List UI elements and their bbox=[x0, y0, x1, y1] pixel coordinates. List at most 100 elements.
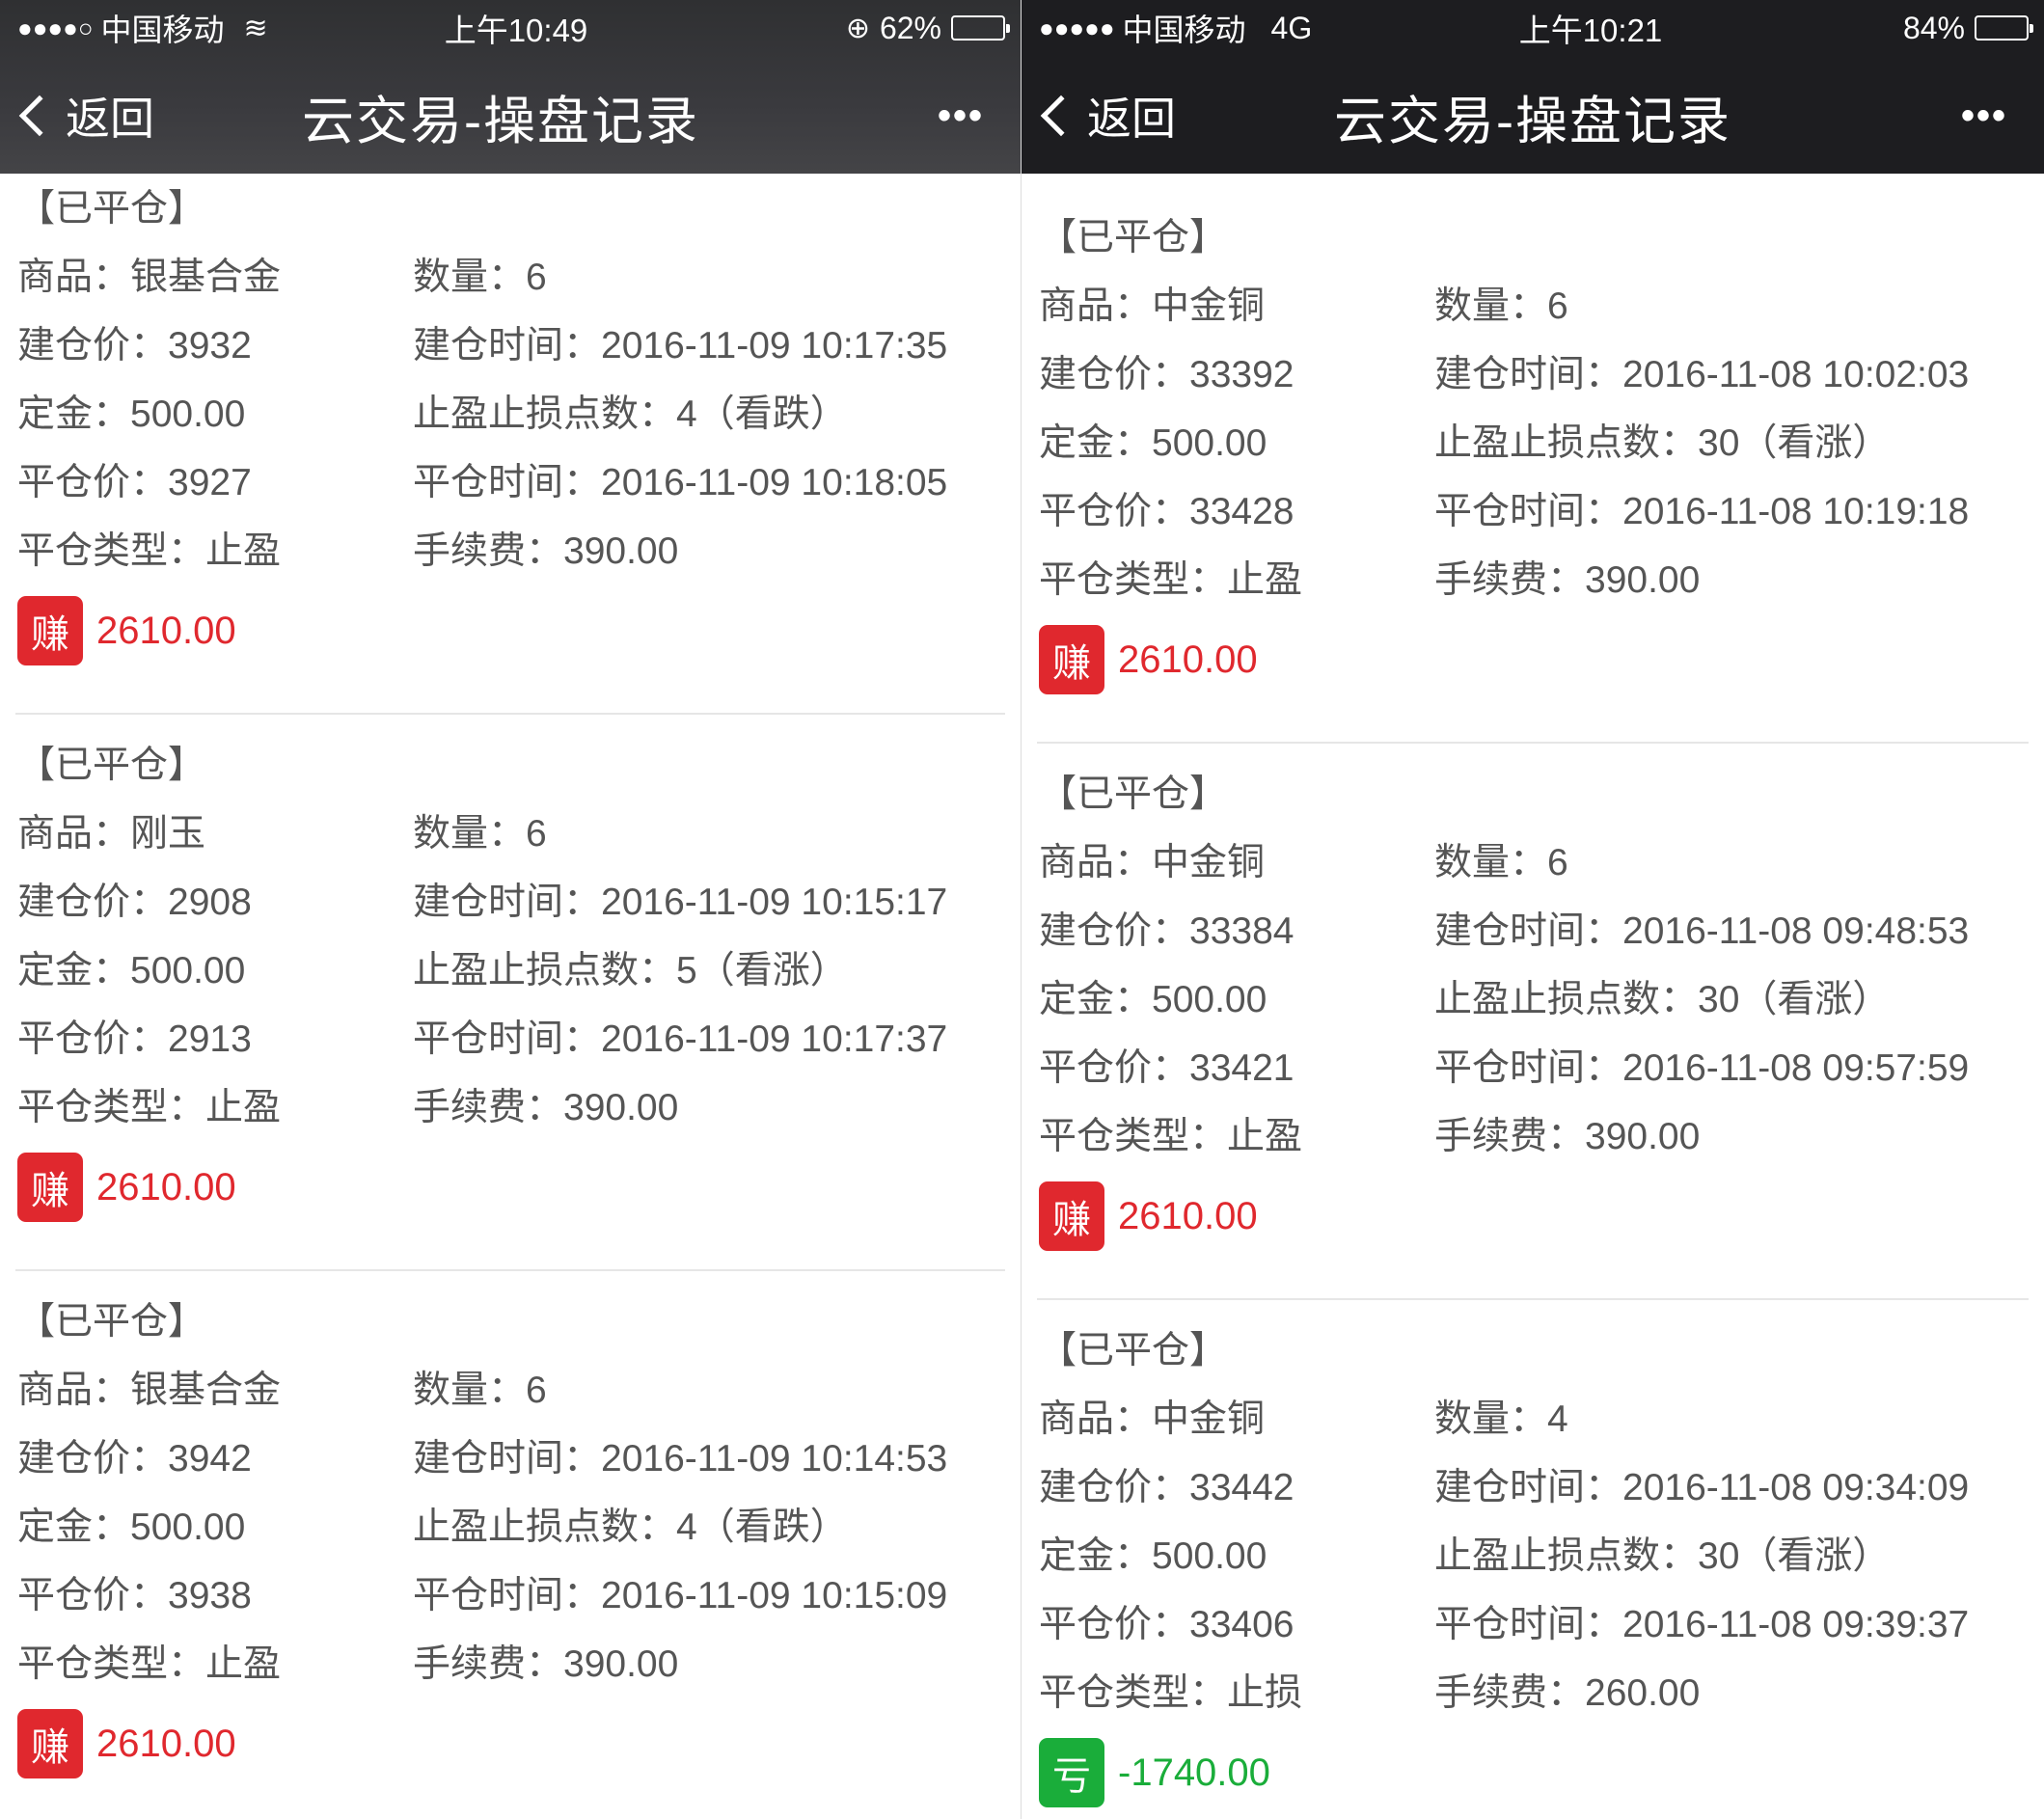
close-time: 平仓时间：2016-11-09 10:17:37 bbox=[413, 1009, 1021, 1063]
trade-record: 【已平仓】 商品：刚玉数量：6 建仓价：2908建仓时间：2016-11-09 … bbox=[0, 727, 1021, 1284]
result: 赚 2610.00 bbox=[1039, 1181, 1258, 1251]
result-amount: 2610.00 bbox=[96, 1723, 236, 1766]
open-time: 建仓时间：2016-11-08 10:02:03 bbox=[1434, 344, 2044, 398]
result: 赚 2610.00 bbox=[17, 1153, 236, 1222]
signal-icon: ●●●●● bbox=[1039, 14, 1115, 43]
open-time: 建仓时间：2016-11-08 09:48:53 bbox=[1434, 901, 2044, 955]
carrier-name: 中国移动 bbox=[101, 6, 225, 50]
stop-points: 止盈止损点数：30（看涨） bbox=[1434, 413, 2044, 467]
result-badge: 赚 bbox=[17, 1709, 83, 1778]
divider bbox=[1037, 1298, 2029, 1300]
quantity: 数量：6 bbox=[1434, 276, 2044, 330]
close-type: 平仓类型：止盈 bbox=[17, 521, 413, 575]
close-price: 平仓价：33428 bbox=[1039, 481, 1434, 535]
result-amount: 2610.00 bbox=[1118, 638, 1258, 682]
open-price: 建仓价：3932 bbox=[17, 315, 413, 369]
divider bbox=[15, 1269, 1005, 1271]
quantity: 数量：6 bbox=[413, 1360, 1021, 1414]
open-time: 建仓时间：2016-11-09 10:15:17 bbox=[413, 872, 1021, 926]
rotation-lock-icon: ⊕ bbox=[846, 12, 870, 45]
close-time: 平仓时间：2016-11-09 10:15:09 bbox=[413, 1565, 1021, 1619]
open-time: 建仓时间：2016-11-09 10:17:35 bbox=[413, 315, 1021, 369]
quantity: 数量：6 bbox=[413, 247, 1021, 301]
result: 亏 -1740.00 bbox=[1039, 1738, 1270, 1807]
close-type: 平仓类型：止盈 bbox=[17, 1077, 413, 1131]
deposit: 定金：500.00 bbox=[1039, 1526, 1434, 1580]
nav-bar: 返回 云交易-操盘记录 ••• bbox=[0, 77, 1021, 154]
fee: 手续费：390.00 bbox=[413, 1634, 1021, 1688]
result-badge: 亏 bbox=[1039, 1738, 1104, 1807]
record-status: 【已平仓】 bbox=[17, 735, 205, 789]
more-menu-button[interactable]: ••• bbox=[938, 95, 984, 138]
stop-points: 止盈止损点数：4（看跌） bbox=[413, 384, 1021, 438]
record-status: 【已平仓】 bbox=[1039, 764, 1227, 818]
stop-points: 止盈止损点数：30（看涨） bbox=[1434, 969, 2044, 1023]
open-time: 建仓时间：2016-11-08 09:34:09 bbox=[1434, 1457, 2044, 1511]
deposit: 定金：500.00 bbox=[17, 1497, 413, 1551]
product: 商品：中金铜 bbox=[1039, 1389, 1434, 1443]
close-time: 平仓时间：2016-11-08 09:39:37 bbox=[1434, 1594, 2044, 1648]
trade-record-list[interactable]: 【已平仓】 商品：中金铜数量：6 建仓价：33392建仓时间：2016-11-0… bbox=[1022, 200, 2044, 1819]
status-time: 上午10:21 bbox=[1519, 5, 1663, 51]
close-time: 平仓时间：2016-11-08 10:19:18 bbox=[1434, 481, 2044, 535]
divider bbox=[1037, 742, 2029, 744]
network-indicator: 4G bbox=[1271, 11, 1313, 46]
carrier-name: 中国移动 bbox=[1123, 6, 1246, 50]
signal-icon: ●●●●○ bbox=[17, 14, 94, 43]
more-menu-button[interactable]: ••• bbox=[1961, 95, 2007, 138]
result-amount: -1740.00 bbox=[1118, 1751, 1270, 1795]
open-price: 建仓价：33442 bbox=[1039, 1457, 1434, 1511]
battery-icon bbox=[1975, 15, 2029, 41]
result: 赚 2610.00 bbox=[17, 1709, 236, 1778]
header: ●●●●● 中国移动 4G 上午10:21 84% 返回 云交易-操盘记录 ••… bbox=[1022, 0, 2044, 174]
result-amount: 2610.00 bbox=[96, 1166, 236, 1209]
product: 商品：中金铜 bbox=[1039, 276, 1434, 330]
phone-screen-right: ●●●●● 中国移动 4G 上午10:21 84% 返回 云交易-操盘记录 ••… bbox=[1021, 0, 2044, 1819]
stop-points: 止盈止损点数：4（看跌） bbox=[413, 1497, 1021, 1551]
record-status: 【已平仓】 bbox=[17, 178, 205, 232]
result: 赚 2610.00 bbox=[17, 596, 236, 665]
nav-bar: 返回 云交易-操盘记录 ••• bbox=[1022, 77, 2044, 154]
trade-record: 【已平仓】 商品：中金铜数量：4 建仓价：33442建仓时间：2016-11-0… bbox=[1022, 1313, 2044, 1819]
open-time: 建仓时间：2016-11-09 10:14:53 bbox=[413, 1428, 1021, 1482]
status-time: 上午10:49 bbox=[445, 5, 588, 51]
open-price: 建仓价：33384 bbox=[1039, 901, 1434, 955]
record-status: 【已平仓】 bbox=[17, 1291, 205, 1345]
product: 商品：刚玉 bbox=[17, 803, 413, 857]
trade-record: 【已平仓】 商品：中金铜数量：6 建仓价：33384建仓时间：2016-11-0… bbox=[1022, 756, 2044, 1313]
phone-screen-left: ●●●●○ 中国移动 ≋ 上午10:49 ⊕ 62% 返回 云交易-操盘记录 •… bbox=[0, 0, 1021, 1819]
status-bar: ●●●●○ 中国移动 ≋ 上午10:49 ⊕ 62% bbox=[0, 0, 1021, 56]
result-badge: 赚 bbox=[17, 596, 83, 665]
quantity: 数量：4 bbox=[1434, 1389, 2044, 1443]
close-time: 平仓时间：2016-11-08 09:57:59 bbox=[1434, 1038, 2044, 1092]
header: ●●●●○ 中国移动 ≋ 上午10:49 ⊕ 62% 返回 云交易-操盘记录 •… bbox=[0, 0, 1021, 174]
trade-record: 【已平仓】 商品：中金铜数量：6 建仓价：33392建仓时间：2016-11-0… bbox=[1022, 200, 2044, 756]
fee: 手续费：390.00 bbox=[1434, 550, 2044, 604]
trade-record: 【已平仓】 商品：银基合金数量：6 建仓价：3942建仓时间：2016-11-0… bbox=[0, 1284, 1021, 1819]
open-price: 建仓价：33392 bbox=[1039, 344, 1434, 398]
result-badge: 赚 bbox=[17, 1153, 83, 1222]
battery-percent: 62% bbox=[880, 11, 941, 46]
close-price: 平仓价：3938 bbox=[17, 1565, 413, 1619]
deposit: 定金：500.00 bbox=[17, 940, 413, 994]
close-time: 平仓时间：2016-11-09 10:18:05 bbox=[413, 452, 1021, 506]
battery-icon bbox=[951, 15, 1005, 41]
quantity: 数量：6 bbox=[1434, 832, 2044, 886]
close-price: 平仓价：2913 bbox=[17, 1009, 413, 1063]
record-status: 【已平仓】 bbox=[1039, 207, 1227, 261]
close-type: 平仓类型：止盈 bbox=[17, 1634, 413, 1688]
deposit: 定金：500.00 bbox=[1039, 413, 1434, 467]
close-type: 平仓类型：止损 bbox=[1039, 1663, 1434, 1717]
page-title: 云交易-操盘记录 bbox=[1022, 78, 2044, 154]
record-status: 【已平仓】 bbox=[1039, 1320, 1227, 1374]
close-price: 平仓价：33421 bbox=[1039, 1038, 1434, 1092]
trade-record-list[interactable]: 【已平仓】 商品：银基合金数量：6 建仓价：3932建仓时间：2016-11-0… bbox=[0, 171, 1021, 1819]
deposit: 定金：500.00 bbox=[1039, 969, 1434, 1023]
trade-record: 【已平仓】 商品：银基合金数量：6 建仓价：3932建仓时间：2016-11-0… bbox=[0, 171, 1021, 727]
result-badge: 赚 bbox=[1039, 625, 1104, 694]
status-bar: ●●●●● 中国移动 4G 上午10:21 84% bbox=[1022, 0, 2044, 56]
divider bbox=[15, 713, 1005, 715]
open-price: 建仓价：3942 bbox=[17, 1428, 413, 1482]
fee: 手续费：390.00 bbox=[413, 521, 1021, 575]
deposit: 定金：500.00 bbox=[17, 384, 413, 438]
